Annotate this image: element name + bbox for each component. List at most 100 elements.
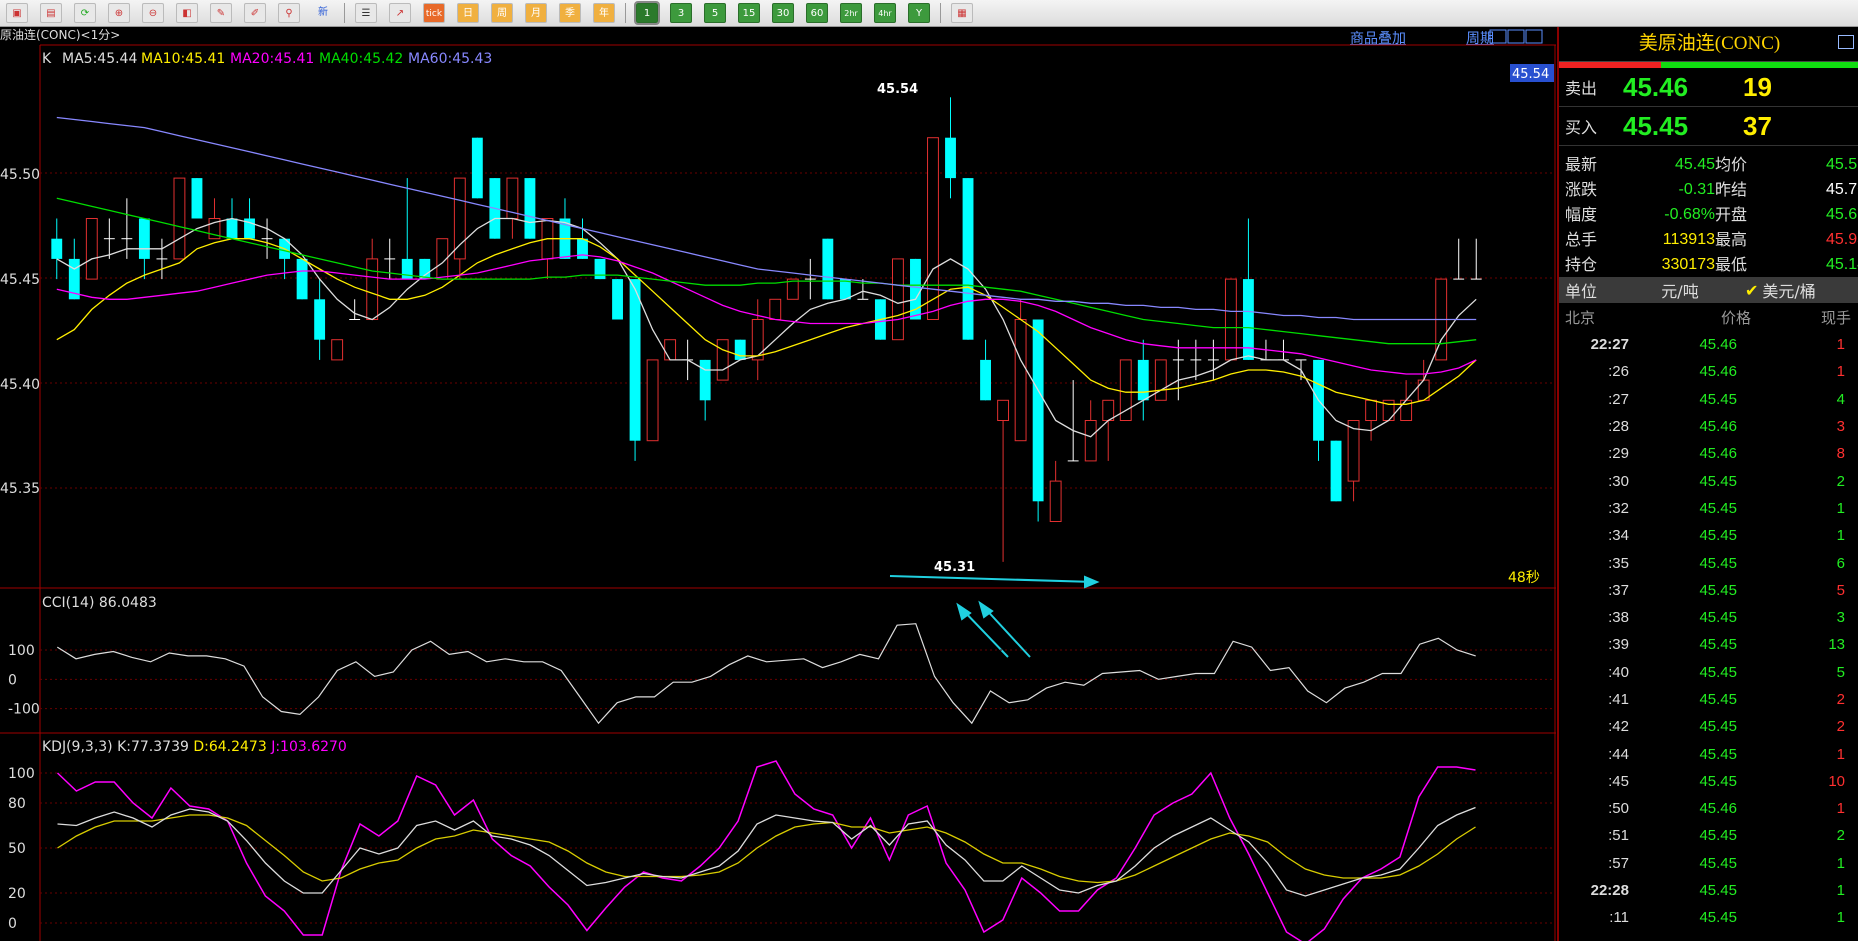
tick-time: 22:27 — [1590, 336, 1629, 354]
quote-label: 最低 — [1715, 255, 1748, 274]
tick-time: :28 — [1608, 418, 1629, 436]
custom-period-icon[interactable]: Y — [908, 3, 930, 23]
candle — [1032, 319, 1044, 522]
tick-time: :51 — [1608, 827, 1629, 845]
tick-row: :40 45.45 5 — [1559, 659, 1858, 686]
unit-label: 单位 — [1565, 282, 1598, 301]
unit-cny[interactable]: 元/吨 — [1625, 278, 1735, 302]
maximize-icon[interactable] — [1838, 35, 1854, 49]
panel-title: 美原油连(CONC) — [1559, 27, 1858, 62]
period-button-2hr[interactable]: 2hr — [840, 3, 862, 23]
tick-price: 45.45 — [1699, 499, 1737, 517]
symbol-tab[interactable]: 原油连(CONC)<1分> — [0, 27, 120, 42]
period-button-4hr[interactable]: 4hr — [874, 3, 896, 23]
bid-ask-ratio-bar — [1559, 62, 1858, 68]
bid-price: 45.45 — [1623, 110, 1689, 141]
candle — [85, 218, 98, 280]
brush-icon[interactable]: ✐ — [244, 3, 266, 23]
tick-row: :39 45.45 13 — [1559, 631, 1858, 658]
tick-time: :41 — [1608, 691, 1629, 708]
price-tick: 45.50 — [0, 167, 40, 183]
kdj-tick: 50 — [8, 841, 26, 857]
quote-label: 开盘 — [1715, 205, 1748, 224]
price-tick: 45.35 — [0, 481, 40, 497]
period-button-60min[interactable]: 60 — [806, 3, 828, 23]
ticks-header-time: 北京 — [1565, 308, 1596, 327]
tick-row: :41 45.45 2 — [1559, 686, 1858, 713]
window-icon[interactable]: ◧ — [176, 3, 198, 23]
candle — [612, 279, 623, 320]
refresh-icon[interactable]: ⟳ — [74, 3, 96, 23]
filter-icon[interactable]: ⚲ — [278, 3, 300, 23]
tick-price: 45.45 — [1699, 691, 1737, 708]
candle — [594, 258, 606, 280]
tick-time: :34 — [1608, 527, 1629, 545]
ask-row[interactable]: 卖出 45.46 19 — [1559, 68, 1858, 107]
quote-value: 45.45 — [1674, 156, 1715, 173]
tick-price: 45.45 — [1699, 472, 1737, 490]
new-button[interactable]: 新 — [312, 3, 334, 23]
legend-ma40: MA40:45.42 — [319, 51, 403, 67]
bid-volume: 37 — [1743, 110, 1772, 141]
tick-qty: 13 — [1828, 636, 1845, 654]
kdj-tick: 0 — [8, 916, 17, 932]
tick-time: :57 — [1608, 854, 1629, 872]
period-button-3min[interactable]: 3 — [670, 3, 692, 23]
candle — [734, 339, 746, 360]
table-icon[interactable]: ☰ — [355, 3, 377, 23]
candle — [629, 279, 641, 461]
folder-icon[interactable]: ▣ — [6, 3, 28, 23]
check-icon: ✔ — [1745, 280, 1759, 300]
draw-icon[interactable]: ✎ — [210, 3, 232, 23]
period-button-tick[interactable]: tick — [423, 3, 445, 23]
kline-chart[interactable]: 原油连(CONC)<1分> 商品叠加 周期 K MA5:45.44 MA10:4… — [0, 27, 1556, 941]
tick-row: :34 45.45 1 — [1559, 522, 1858, 549]
unit-bar: 单位 元/吨 ✔ 美元/桶 — [1559, 277, 1858, 303]
period-button-day[interactable]: 日 — [457, 3, 479, 23]
tick-price: 45.46 — [1699, 445, 1737, 463]
tick-list[interactable]: 22:27 45.46 1:26 45.46 1:27 45.45 4:28 45.46 3:2… — [1559, 331, 1858, 932]
candle — [892, 258, 904, 341]
tick-row: :29 45.46 8 — [1559, 440, 1858, 467]
period-button-month[interactable]: 月 — [525, 3, 547, 23]
tick-qty: 1 — [1836, 527, 1845, 545]
line-chart-icon[interactable]: ↗ — [389, 3, 411, 23]
unit-usd[interactable]: 美元/桶 — [1762, 278, 1815, 302]
tick-time: :37 — [1608, 581, 1629, 599]
zoom-in-icon[interactable]: ⊕ — [108, 3, 130, 23]
quote-panel: 美原油连(CONC) 卖出 45.46 19 买入 45.45 37 最新 45.… — [1557, 27, 1858, 941]
candle — [331, 339, 344, 361]
tick-qty: 3 — [1836, 418, 1845, 436]
tick-time: :40 — [1608, 663, 1629, 681]
tick-qty: 6 — [1836, 554, 1845, 572]
period-button-quarter[interactable]: 季 — [559, 3, 581, 23]
calculator-icon[interactable]: ▦ — [951, 3, 973, 23]
cci-tick: 100 — [8, 643, 35, 659]
tick-time: :11 — [1609, 909, 1629, 927]
cci-legend: CCI(14) 86.0483 — [42, 595, 157, 611]
tick-price: 45.45 — [1699, 554, 1737, 572]
candle — [1119, 359, 1132, 421]
quote-label: 最新 — [1565, 155, 1598, 174]
ticks-header-qty: 现手 — [1820, 308, 1851, 327]
tick-row: :50 45.46 1 — [1559, 795, 1858, 822]
tick-price: 45.45 — [1699, 745, 1737, 763]
zoom-out-icon[interactable]: ⊖ — [142, 3, 164, 23]
period-button-5min[interactable]: 5 — [704, 3, 726, 23]
period-button-week[interactable]: 周 — [491, 3, 513, 23]
tick-time: :35 — [1608, 554, 1629, 572]
period-button-year[interactable]: 年 — [593, 3, 615, 23]
tick-time: :50 — [1608, 800, 1629, 818]
news-icon[interactable]: ▤ — [40, 3, 62, 23]
tick-price: 45.45 — [1699, 636, 1737, 654]
period-button-30min[interactable]: 30 — [772, 3, 794, 23]
legend-ma10: MA10:45.41 — [141, 51, 225, 67]
legend-k: K — [42, 51, 52, 67]
tick-time: :38 — [1608, 609, 1629, 627]
quote-value: 45.93 — [1825, 231, 1858, 248]
bid-row[interactable]: 买入 45.45 37 — [1559, 107, 1858, 146]
period-button-15min[interactable]: 15 — [738, 3, 760, 23]
period-button-1min[interactable]: 1 — [634, 1, 660, 25]
kdj-legend: KDJ(9,3,3) K:77.3739 D:64.2473 J:103.627… — [42, 739, 347, 755]
tick-row: :28 45.46 3 — [1559, 413, 1858, 440]
